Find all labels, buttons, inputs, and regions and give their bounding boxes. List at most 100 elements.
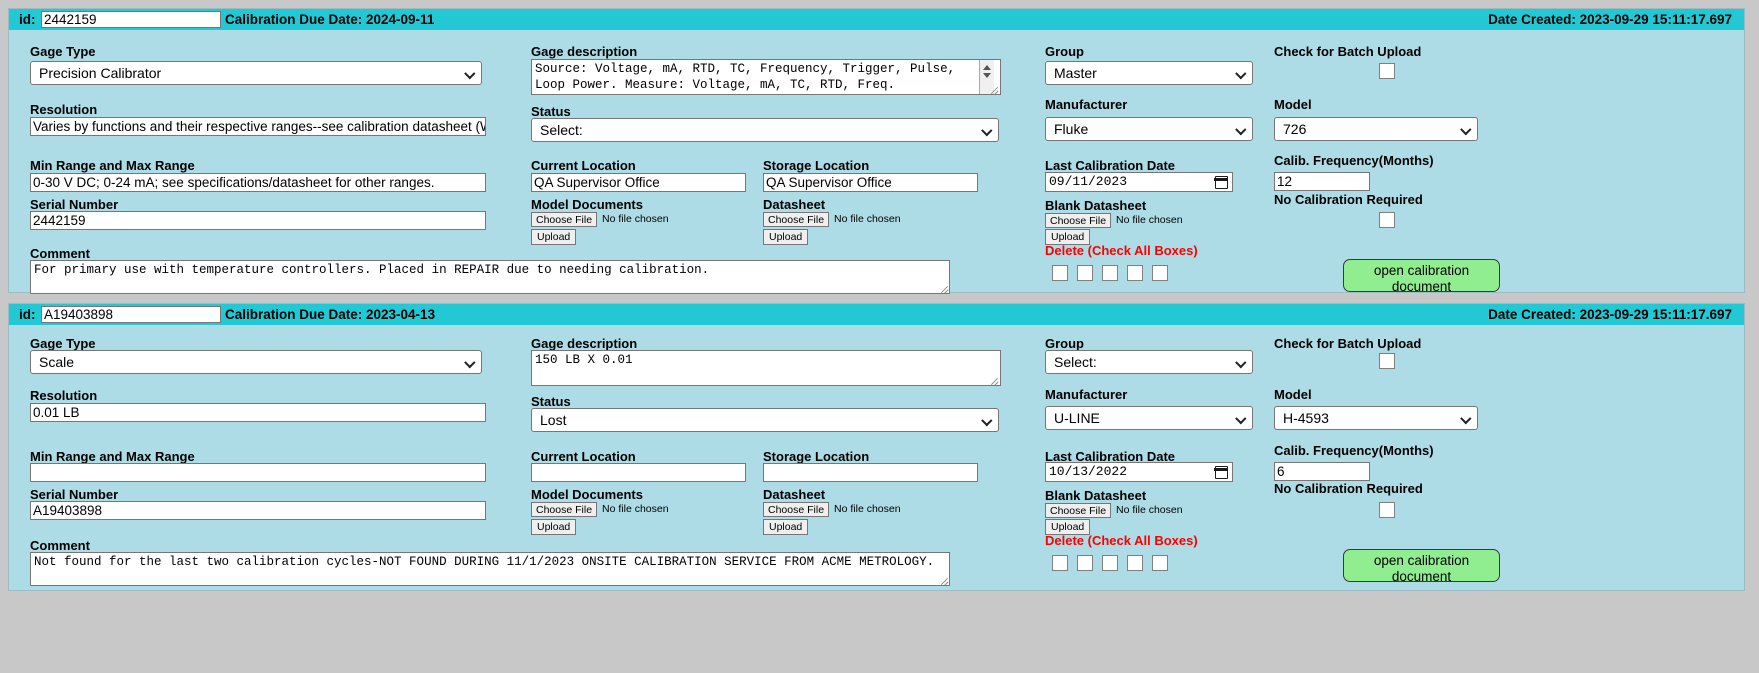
id-input[interactable]: 2442159 [41, 11, 221, 28]
min-max-range-input[interactable]: 0-30 V DC; 0-24 mA; see specifications/d… [30, 173, 486, 192]
gage-description-label: Gage description [531, 336, 638, 351]
status-value: Select: [540, 122, 583, 138]
gage-type-select[interactable]: Scale [30, 350, 482, 374]
model-select[interactable]: 726 [1274, 117, 1478, 141]
manufacturer-value: U-LINE [1054, 410, 1100, 426]
delete-checkbox-1[interactable] [1052, 265, 1068, 281]
model-documents-upload-button[interactable]: Upload [531, 229, 577, 245]
manufacturer-select[interactable]: Fluke [1045, 117, 1253, 141]
last-calibration-date-input[interactable]: 10/13/2022 [1045, 462, 1233, 482]
id-label: id: [19, 307, 36, 322]
choose-file-button[interactable]: Choose File [1045, 213, 1112, 228]
model-documents-upload-button[interactable]: Upload [531, 519, 577, 535]
gage-record-1: id: 2442159 Calibration Due Date: 2024-0… [8, 8, 1745, 294]
delete-checkbox-1[interactable] [1052, 555, 1068, 571]
gage-description-label: Gage description [531, 44, 638, 59]
model-value: 726 [1283, 121, 1307, 137]
datasheet-upload-button[interactable]: Upload [763, 519, 809, 535]
current-location-input[interactable]: QA Supervisor Office [531, 173, 746, 192]
batch-upload-checkbox[interactable] [1379, 353, 1395, 369]
datasheet-upload-button[interactable]: Upload [763, 229, 809, 245]
resolution-input[interactable]: Varies by functions and their respective… [30, 117, 486, 136]
blank-datasheet-file-input[interactable]: Choose File No file chosen [1045, 213, 1183, 229]
comment-textarea[interactable]: For primary use with temperature control… [30, 260, 950, 294]
status-select[interactable]: Select: [531, 118, 999, 142]
current-location-input[interactable] [531, 463, 746, 482]
status-value: Lost [540, 412, 567, 428]
group-label: Group [1045, 44, 1084, 59]
gage-type-select[interactable]: Precision Calibrator [30, 61, 482, 85]
model-select[interactable]: H-4593 [1274, 406, 1478, 430]
choose-file-button[interactable]: Choose File [531, 212, 598, 227]
chevron-down-icon [1236, 126, 1245, 132]
calib-frequency-label: Calib. Frequency(Months) [1274, 443, 1434, 458]
blank-datasheet-label: Blank Datasheet [1045, 198, 1147, 213]
gage-description-textarea[interactable]: Source: Voltage, mA, RTD, TC, Frequency,… [531, 59, 1001, 95]
id-label: id: [19, 12, 36, 27]
manufacturer-select[interactable]: U-LINE [1045, 406, 1253, 430]
model-documents-label: Model Documents [531, 487, 643, 502]
no-calibration-required-checkbox[interactable] [1379, 502, 1395, 518]
serial-number-input[interactable]: 2442159 [30, 211, 486, 230]
datasheet-label: Datasheet [763, 487, 826, 502]
delete-checkbox-5[interactable] [1152, 265, 1168, 281]
last-calibration-date-value: 10/13/2022 [1049, 464, 1128, 479]
calendar-icon[interactable] [1214, 466, 1228, 479]
calib-frequency-input[interactable]: 12 [1274, 172, 1370, 191]
datasheet-file-input[interactable]: Choose File No file chosen [763, 502, 901, 518]
calendar-icon[interactable] [1214, 176, 1228, 189]
batch-upload-checkbox[interactable] [1379, 63, 1395, 79]
storage-location-input[interactable]: QA Supervisor Office [763, 173, 978, 192]
model-label: Model [1274, 387, 1312, 402]
model-label: Model [1274, 97, 1312, 112]
group-select[interactable]: Select: [1045, 350, 1253, 374]
comment-textarea[interactable]: Not found for the last two calibration c… [30, 552, 950, 586]
delete-checkbox-2[interactable] [1077, 265, 1093, 281]
datasheet-file-input[interactable]: Choose File No file chosen [763, 212, 901, 228]
date-created: Date Created: 2023-09-29 15:11:17.697 [1488, 12, 1732, 27]
storage-location-input[interactable] [763, 463, 978, 482]
open-calibration-document-button[interactable]: open calibration document [1343, 549, 1500, 584]
gage-type-label: Gage Type [30, 44, 96, 59]
delete-checkbox-4[interactable] [1127, 555, 1143, 571]
blank-datasheet-filename: No file chosen [1116, 504, 1183, 516]
no-calibration-required-checkbox[interactable] [1379, 212, 1395, 228]
date-created: Date Created: 2023-09-29 15:11:17.697 [1488, 307, 1732, 322]
gage-description-textarea[interactable]: 150 LB X 0.01 [531, 350, 1001, 386]
delete-checkbox-3[interactable] [1102, 555, 1118, 571]
last-calibration-date-input[interactable]: 09/11/2023 [1045, 172, 1233, 192]
delete-check-all-label: Delete (Check All Boxes) [1045, 243, 1198, 258]
id-input[interactable]: A19403898 [41, 306, 221, 323]
status-select[interactable]: Lost [531, 408, 999, 432]
chevron-down-icon [982, 127, 991, 133]
manufacturer-label: Manufacturer [1045, 387, 1128, 402]
delete-check-all-label: Delete (Check All Boxes) [1045, 533, 1198, 548]
manufacturer-value: Fluke [1054, 121, 1089, 137]
delete-checkbox-2[interactable] [1077, 555, 1093, 571]
chevron-down-icon [1236, 70, 1245, 76]
status-label: Status [531, 104, 571, 119]
model-documents-file-input[interactable]: Choose File No file chosen [531, 212, 669, 228]
min-max-range-input[interactable] [30, 463, 486, 482]
choose-file-button[interactable]: Choose File [763, 502, 830, 517]
choose-file-button[interactable]: Choose File [1045, 503, 1112, 518]
model-documents-file-input[interactable]: Choose File No file chosen [531, 502, 669, 518]
calib-frequency-input[interactable]: 6 [1274, 462, 1370, 481]
record-header-2: id: A19403898 Calibration Due Date: 2023… [9, 304, 1744, 325]
gage-description-spinner[interactable] [979, 60, 994, 94]
delete-checkbox-3[interactable] [1102, 265, 1118, 281]
min-max-range-label: Min Range and Max Range [30, 158, 195, 173]
open-calibration-document-button[interactable]: open calibration document [1343, 259, 1500, 294]
resolution-input[interactable]: 0.01 LB [30, 403, 486, 422]
serial-number-label: Serial Number [30, 487, 119, 502]
min-max-range-label: Min Range and Max Range [30, 449, 195, 464]
blank-datasheet-file-input[interactable]: Choose File No file chosen [1045, 503, 1183, 519]
serial-number-input[interactable]: A19403898 [30, 501, 486, 520]
delete-checkbox-4[interactable] [1127, 265, 1143, 281]
choose-file-button[interactable]: Choose File [531, 502, 598, 517]
group-select[interactable]: Master [1045, 61, 1253, 85]
calib-frequency-label: Calib. Frequency(Months) [1274, 153, 1434, 168]
choose-file-button[interactable]: Choose File [763, 212, 830, 227]
datasheet-filename: No file chosen [834, 503, 901, 515]
delete-checkbox-5[interactable] [1152, 555, 1168, 571]
